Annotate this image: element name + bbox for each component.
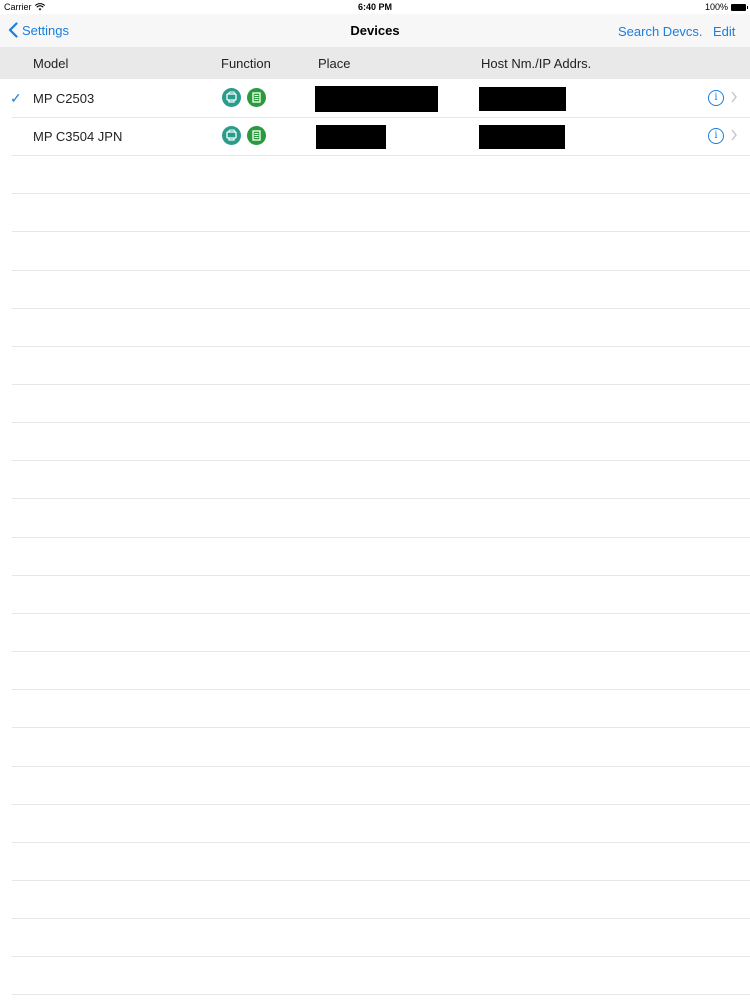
column-header-place: Place — [318, 56, 351, 71]
copy-function-icon — [222, 126, 241, 145]
battery-percent: 100% — [704, 2, 728, 12]
battery-indicator: 100% — [704, 2, 748, 12]
host-redacted — [479, 125, 565, 149]
row-separator — [12, 270, 750, 271]
row-separator — [12, 575, 750, 576]
copy-function-icon — [222, 88, 241, 107]
row-separator — [12, 918, 750, 919]
table-header: Model Function Place Host Nm./IP Addrs. — [0, 47, 750, 79]
row-separator — [12, 460, 750, 461]
device-model: MP C3504 JPN — [33, 129, 123, 144]
info-icon[interactable]: i — [708, 128, 724, 144]
chevron-right-icon — [731, 129, 737, 141]
column-header-model: Model — [33, 56, 69, 71]
check-icon: ✓ — [10, 90, 22, 106]
navigation-bar: Settings Devices Search Devcs. Edit — [0, 14, 750, 47]
row-separator — [12, 842, 750, 843]
row-separator — [12, 880, 750, 881]
print-function-icon — [247, 88, 266, 107]
row-separator — [12, 117, 750, 118]
row-separator — [12, 651, 750, 652]
row-separator — [12, 994, 750, 995]
battery-icon — [731, 3, 748, 11]
device-model: MP C2503 — [33, 91, 95, 106]
info-icon[interactable]: i — [708, 90, 724, 106]
row-separator — [12, 384, 750, 385]
row-separator — [12, 727, 750, 728]
row-separator — [12, 804, 750, 805]
row-separator — [12, 155, 750, 156]
row-separator — [12, 766, 750, 767]
row-separator — [12, 613, 750, 614]
column-header-host: Host Nm./IP Addrs. — [481, 56, 592, 71]
function-icons — [222, 88, 272, 107]
chevron-right-icon — [731, 91, 737, 103]
edit-button[interactable]: Edit — [713, 24, 735, 39]
row-separator — [12, 308, 750, 309]
device-row[interactable]: ✓ MP C2503 i — [0, 79, 750, 117]
column-header-function: Function — [221, 56, 271, 71]
search-devices-button[interactable]: Search Devcs. — [618, 24, 703, 39]
place-redacted — [315, 86, 438, 112]
row-separator — [12, 422, 750, 423]
row-separator — [12, 537, 750, 538]
place-redacted — [316, 125, 386, 149]
row-separator — [12, 956, 750, 957]
row-separator — [12, 231, 750, 232]
row-separator — [12, 498, 750, 499]
status-bar: Carrier 6:40 PM 100% — [0, 0, 750, 14]
status-time: 6:40 PM — [357, 2, 392, 12]
row-separator — [12, 689, 750, 690]
function-icons — [222, 126, 272, 145]
print-function-icon — [247, 126, 266, 145]
device-row[interactable]: MP C3504 JPN i — [0, 117, 750, 155]
host-redacted — [479, 87, 566, 111]
row-separator — [12, 193, 750, 194]
row-separator — [12, 346, 750, 347]
